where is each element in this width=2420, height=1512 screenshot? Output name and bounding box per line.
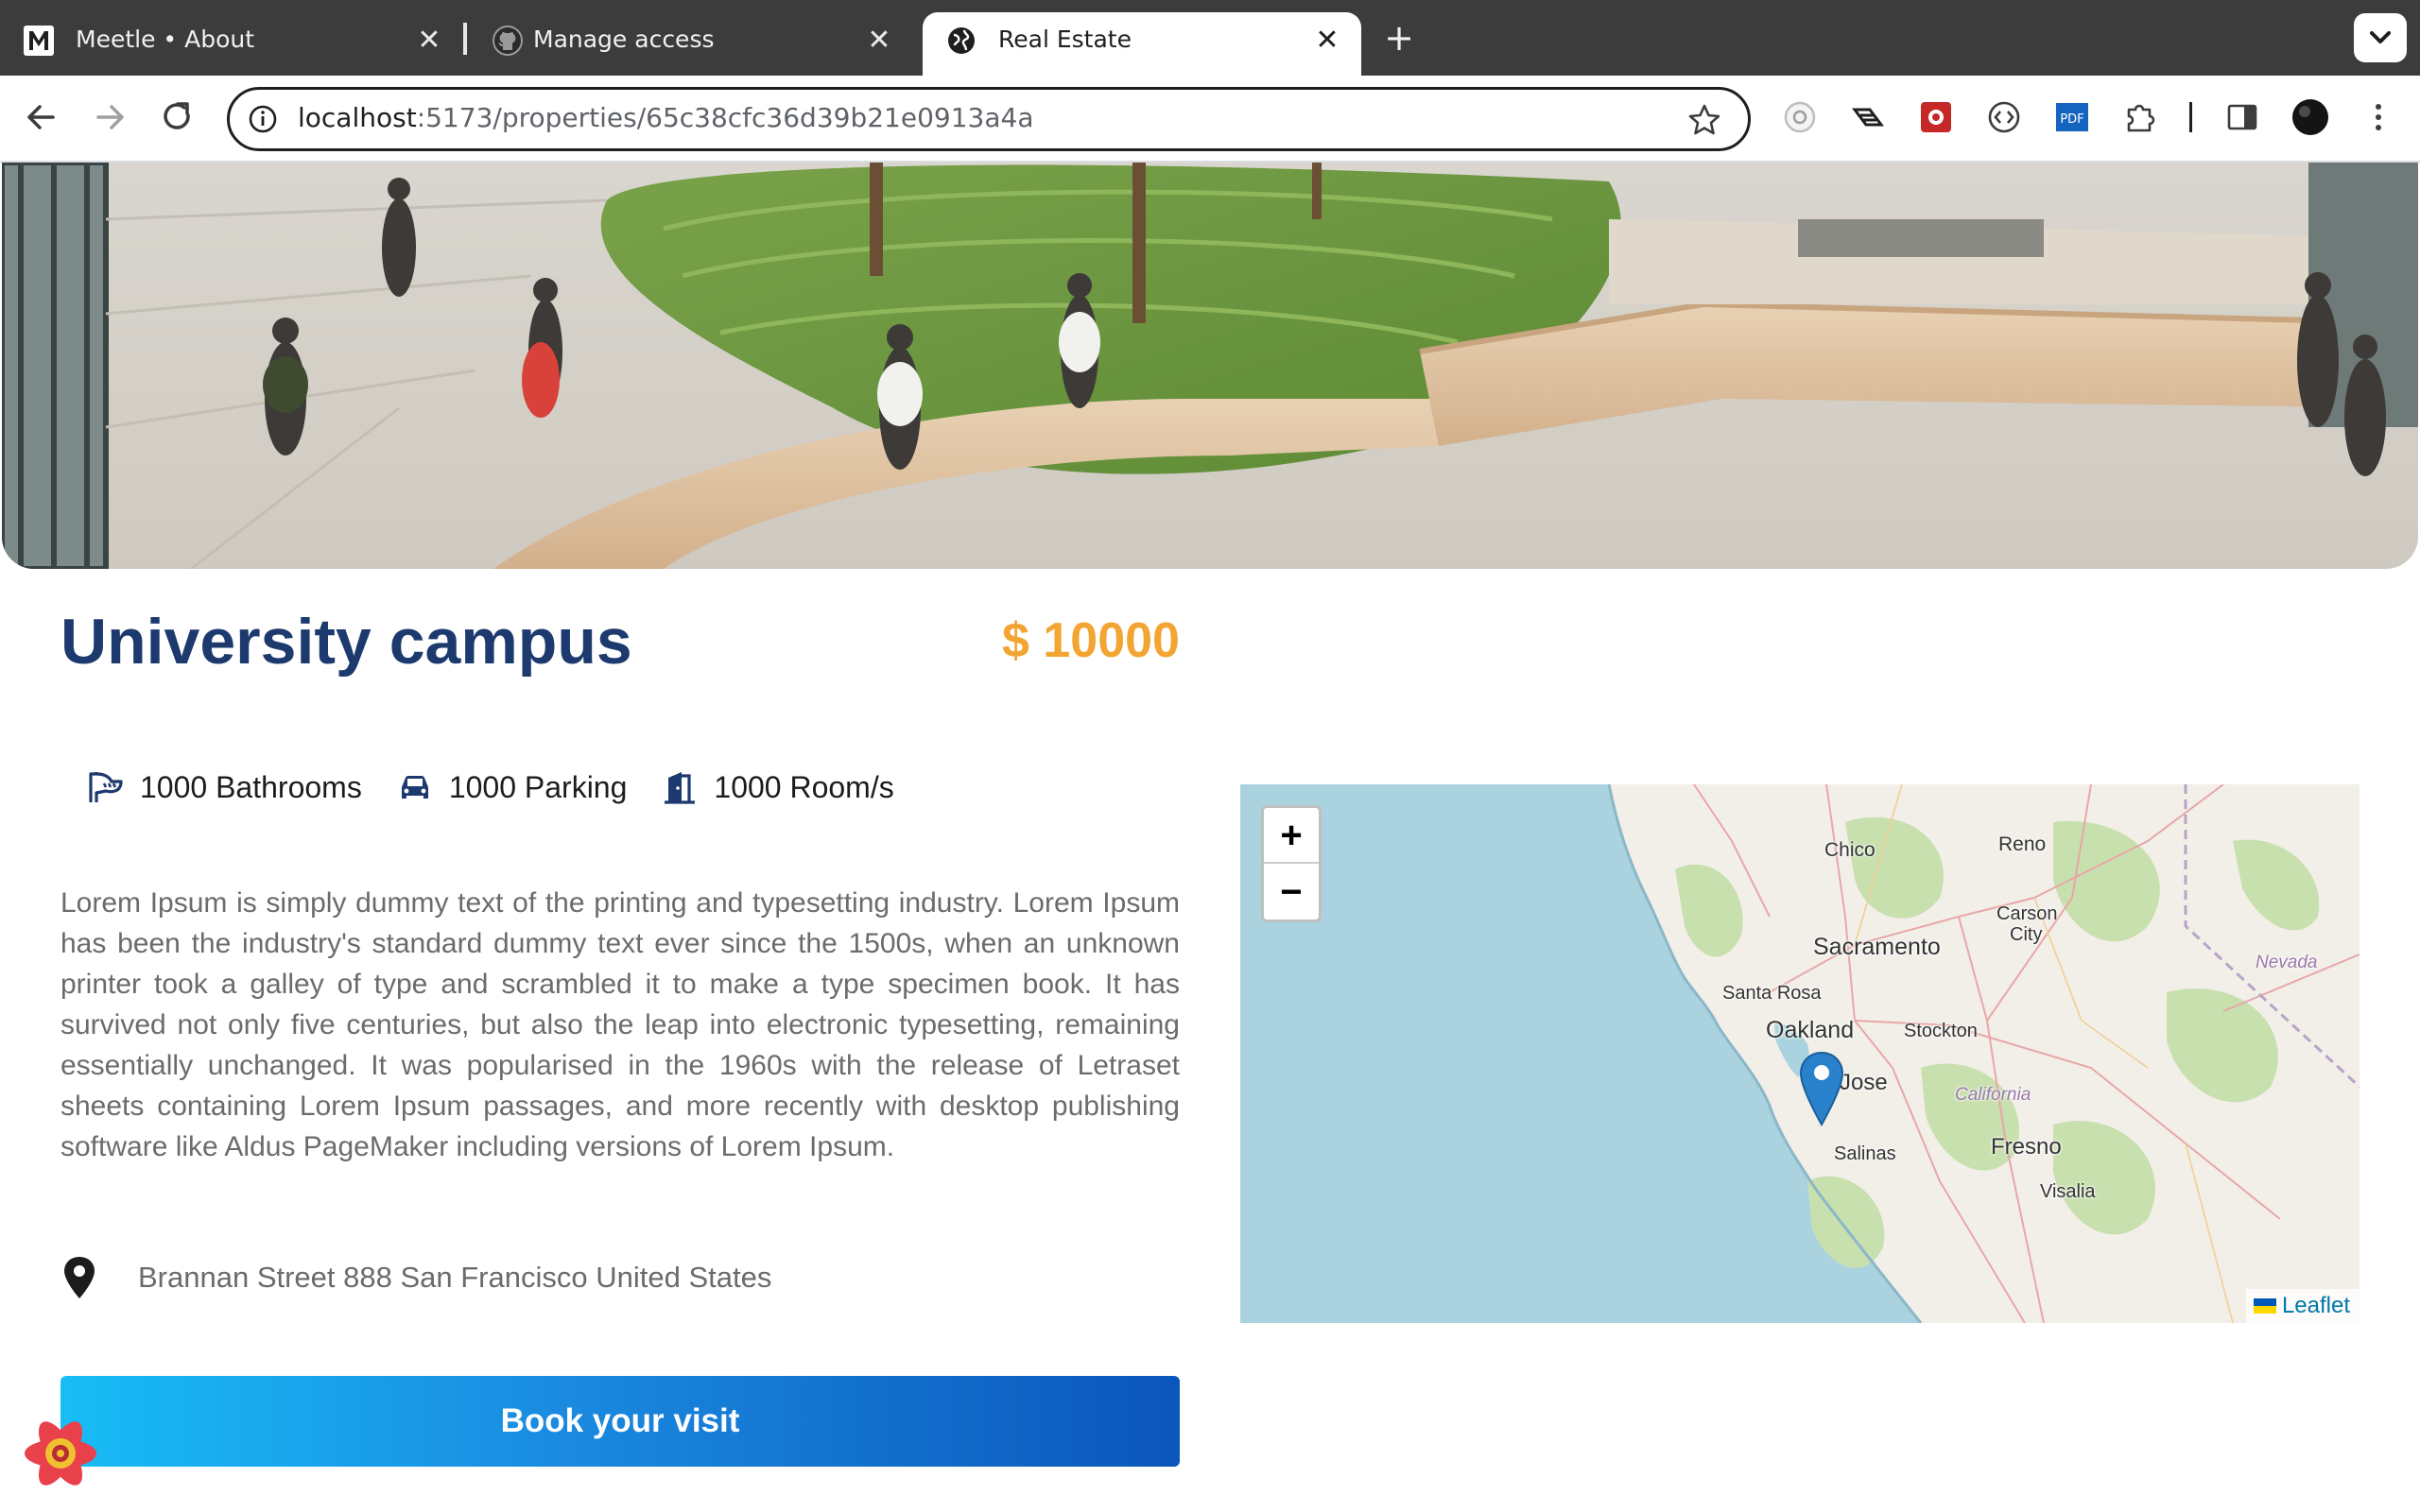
- map-label-salinas: Salinas: [1834, 1143, 1896, 1164]
- extensions-puzzle-icon[interactable]: [2121, 98, 2159, 136]
- tab-title: Meetle • About: [76, 26, 255, 53]
- map-label-city: City: [2010, 924, 2043, 945]
- campus-photo: [2, 163, 2418, 569]
- extension-camera-icon[interactable]: [1781, 98, 1819, 136]
- close-tab-icon[interactable]: ✕: [410, 22, 448, 60]
- map-label-jose: Jose: [1840, 1070, 1888, 1095]
- feature-parking-label: 1000 Parking: [448, 769, 628, 804]
- url-host: localhost: [298, 102, 417, 133]
- tab-divider: [463, 23, 467, 55]
- map-label-sacramento: Sacramento: [1813, 934, 1941, 960]
- github-icon: [493, 26, 523, 56]
- property-title: University campus: [60, 606, 632, 678]
- property-price: $ 10000: [1002, 613, 1180, 668]
- door-icon: [665, 772, 696, 804]
- extension-code-icon[interactable]: [1985, 98, 2023, 136]
- map-label-stockton: Stockton: [1904, 1021, 1978, 1041]
- extension-pdf-icon[interactable]: PDF: [2053, 98, 2091, 136]
- map-marker-pin[interactable]: [1798, 1051, 1845, 1128]
- map-label-visalia: Visalia: [2040, 1181, 2096, 1202]
- car-icon: [401, 776, 428, 799]
- map-label-oakland: Oakland: [1766, 1017, 1855, 1043]
- url-path: :5173/properties/65c38cfc36d39b21e0913a4…: [416, 102, 1034, 133]
- globe-icon: [948, 27, 975, 54]
- tab-manage-access[interactable]: Manage access ✕: [469, 12, 913, 76]
- tab-title: Manage access: [533, 26, 715, 53]
- site-info-icon[interactable]: [247, 103, 279, 135]
- address-bar[interactable]: localhost:5173/properties/65c38cfc36d39b…: [227, 87, 1751, 151]
- feature-bathrooms-label: 1000 Bathrooms: [140, 769, 362, 804]
- tab-meetle-about[interactable]: Meetle • About ✕: [0, 12, 463, 76]
- map-label-chico: Chico: [1824, 839, 1876, 861]
- feature-parking: 1000 Parking: [396, 768, 628, 806]
- property-map[interactable]: Chico Reno Carson City Sacramento Nevada…: [1240, 784, 2360, 1323]
- map-label-carson: Carson: [1996, 903, 2058, 924]
- map-label-california: California: [1955, 1085, 2031, 1105]
- zoom-out-button[interactable]: −: [1264, 865, 1319, 920]
- meetle-m-icon: [24, 26, 54, 56]
- back-arrow-icon[interactable]: [15, 91, 68, 144]
- map-zoom-control: + −: [1261, 805, 1322, 922]
- bath-icon: [89, 772, 123, 802]
- map-label-santa-rosa: Santa Rosa: [1722, 983, 1822, 1004]
- toolbar-divider: [2189, 102, 2192, 132]
- bookmark-star-icon[interactable]: [1685, 101, 1723, 139]
- property-address: Brannan Street 888 San Francisco United …: [60, 1251, 771, 1304]
- extension-reader-icon[interactable]: [1849, 98, 1887, 136]
- profile-avatar[interactable]: [2291, 98, 2329, 136]
- react-devtools-icon[interactable]: [21, 1414, 100, 1493]
- browser-toolbar: localhost:5173/properties/65c38cfc36d39b…: [0, 76, 2420, 163]
- zoom-in-button[interactable]: +: [1264, 808, 1319, 864]
- property-description: Lorem Ipsum is simply dummy text of the …: [60, 887, 1180, 1162]
- browser-tab-strip: Meetle • About ✕ Manage access ✕ Real Es…: [0, 0, 2420, 76]
- forward-arrow-icon[interactable]: [83, 91, 136, 144]
- reload-icon[interactable]: [151, 91, 204, 144]
- side-panel-icon[interactable]: [2223, 98, 2261, 136]
- tab-real-estate[interactable]: Real Estate ✕: [923, 12, 1361, 76]
- address-text: Brannan Street 888 San Francisco United …: [138, 1261, 772, 1294]
- tab-title: Real Estate: [998, 26, 1132, 53]
- chevron-down-icon: [2370, 31, 2391, 43]
- tab-search-button[interactable]: [2354, 13, 2407, 62]
- property-hero-image: [2, 163, 2418, 569]
- new-tab-button[interactable]: +: [1378, 17, 1420, 59]
- book-visit-button[interactable]: Book your visit: [60, 1376, 1180, 1467]
- extension-red-icon[interactable]: [1917, 98, 1955, 136]
- map-label-fresno: Fresno: [1991, 1134, 2062, 1160]
- map-label-reno: Reno: [1998, 833, 2047, 855]
- kebab-menu-icon[interactable]: [2360, 98, 2397, 136]
- close-tab-icon[interactable]: ✕: [860, 22, 898, 60]
- feature-rooms-label: 1000 Room/s: [714, 769, 894, 804]
- url-text[interactable]: localhost:5173/properties/65c38cfc36d39b…: [298, 102, 1033, 133]
- location-pin-icon: [64, 1257, 95, 1298]
- close-tab-icon[interactable]: ✕: [1308, 22, 1346, 60]
- property-features: 1000 Bathrooms 1000 Parking 1000 Room/s: [87, 764, 928, 811]
- map-attribution: Leaflet: [2245, 1289, 2360, 1323]
- ukraine-flag-icon: [2253, 1298, 2276, 1314]
- map-label-nevada: Nevada: [2256, 953, 2318, 972]
- leaflet-link[interactable]: Leaflet: [2282, 1289, 2350, 1323]
- feature-bathrooms: 1000 Bathrooms: [87, 768, 362, 806]
- feature-rooms: 1000 Room/s: [661, 768, 894, 806]
- svg-text:PDF: PDF: [2060, 112, 2083, 127]
